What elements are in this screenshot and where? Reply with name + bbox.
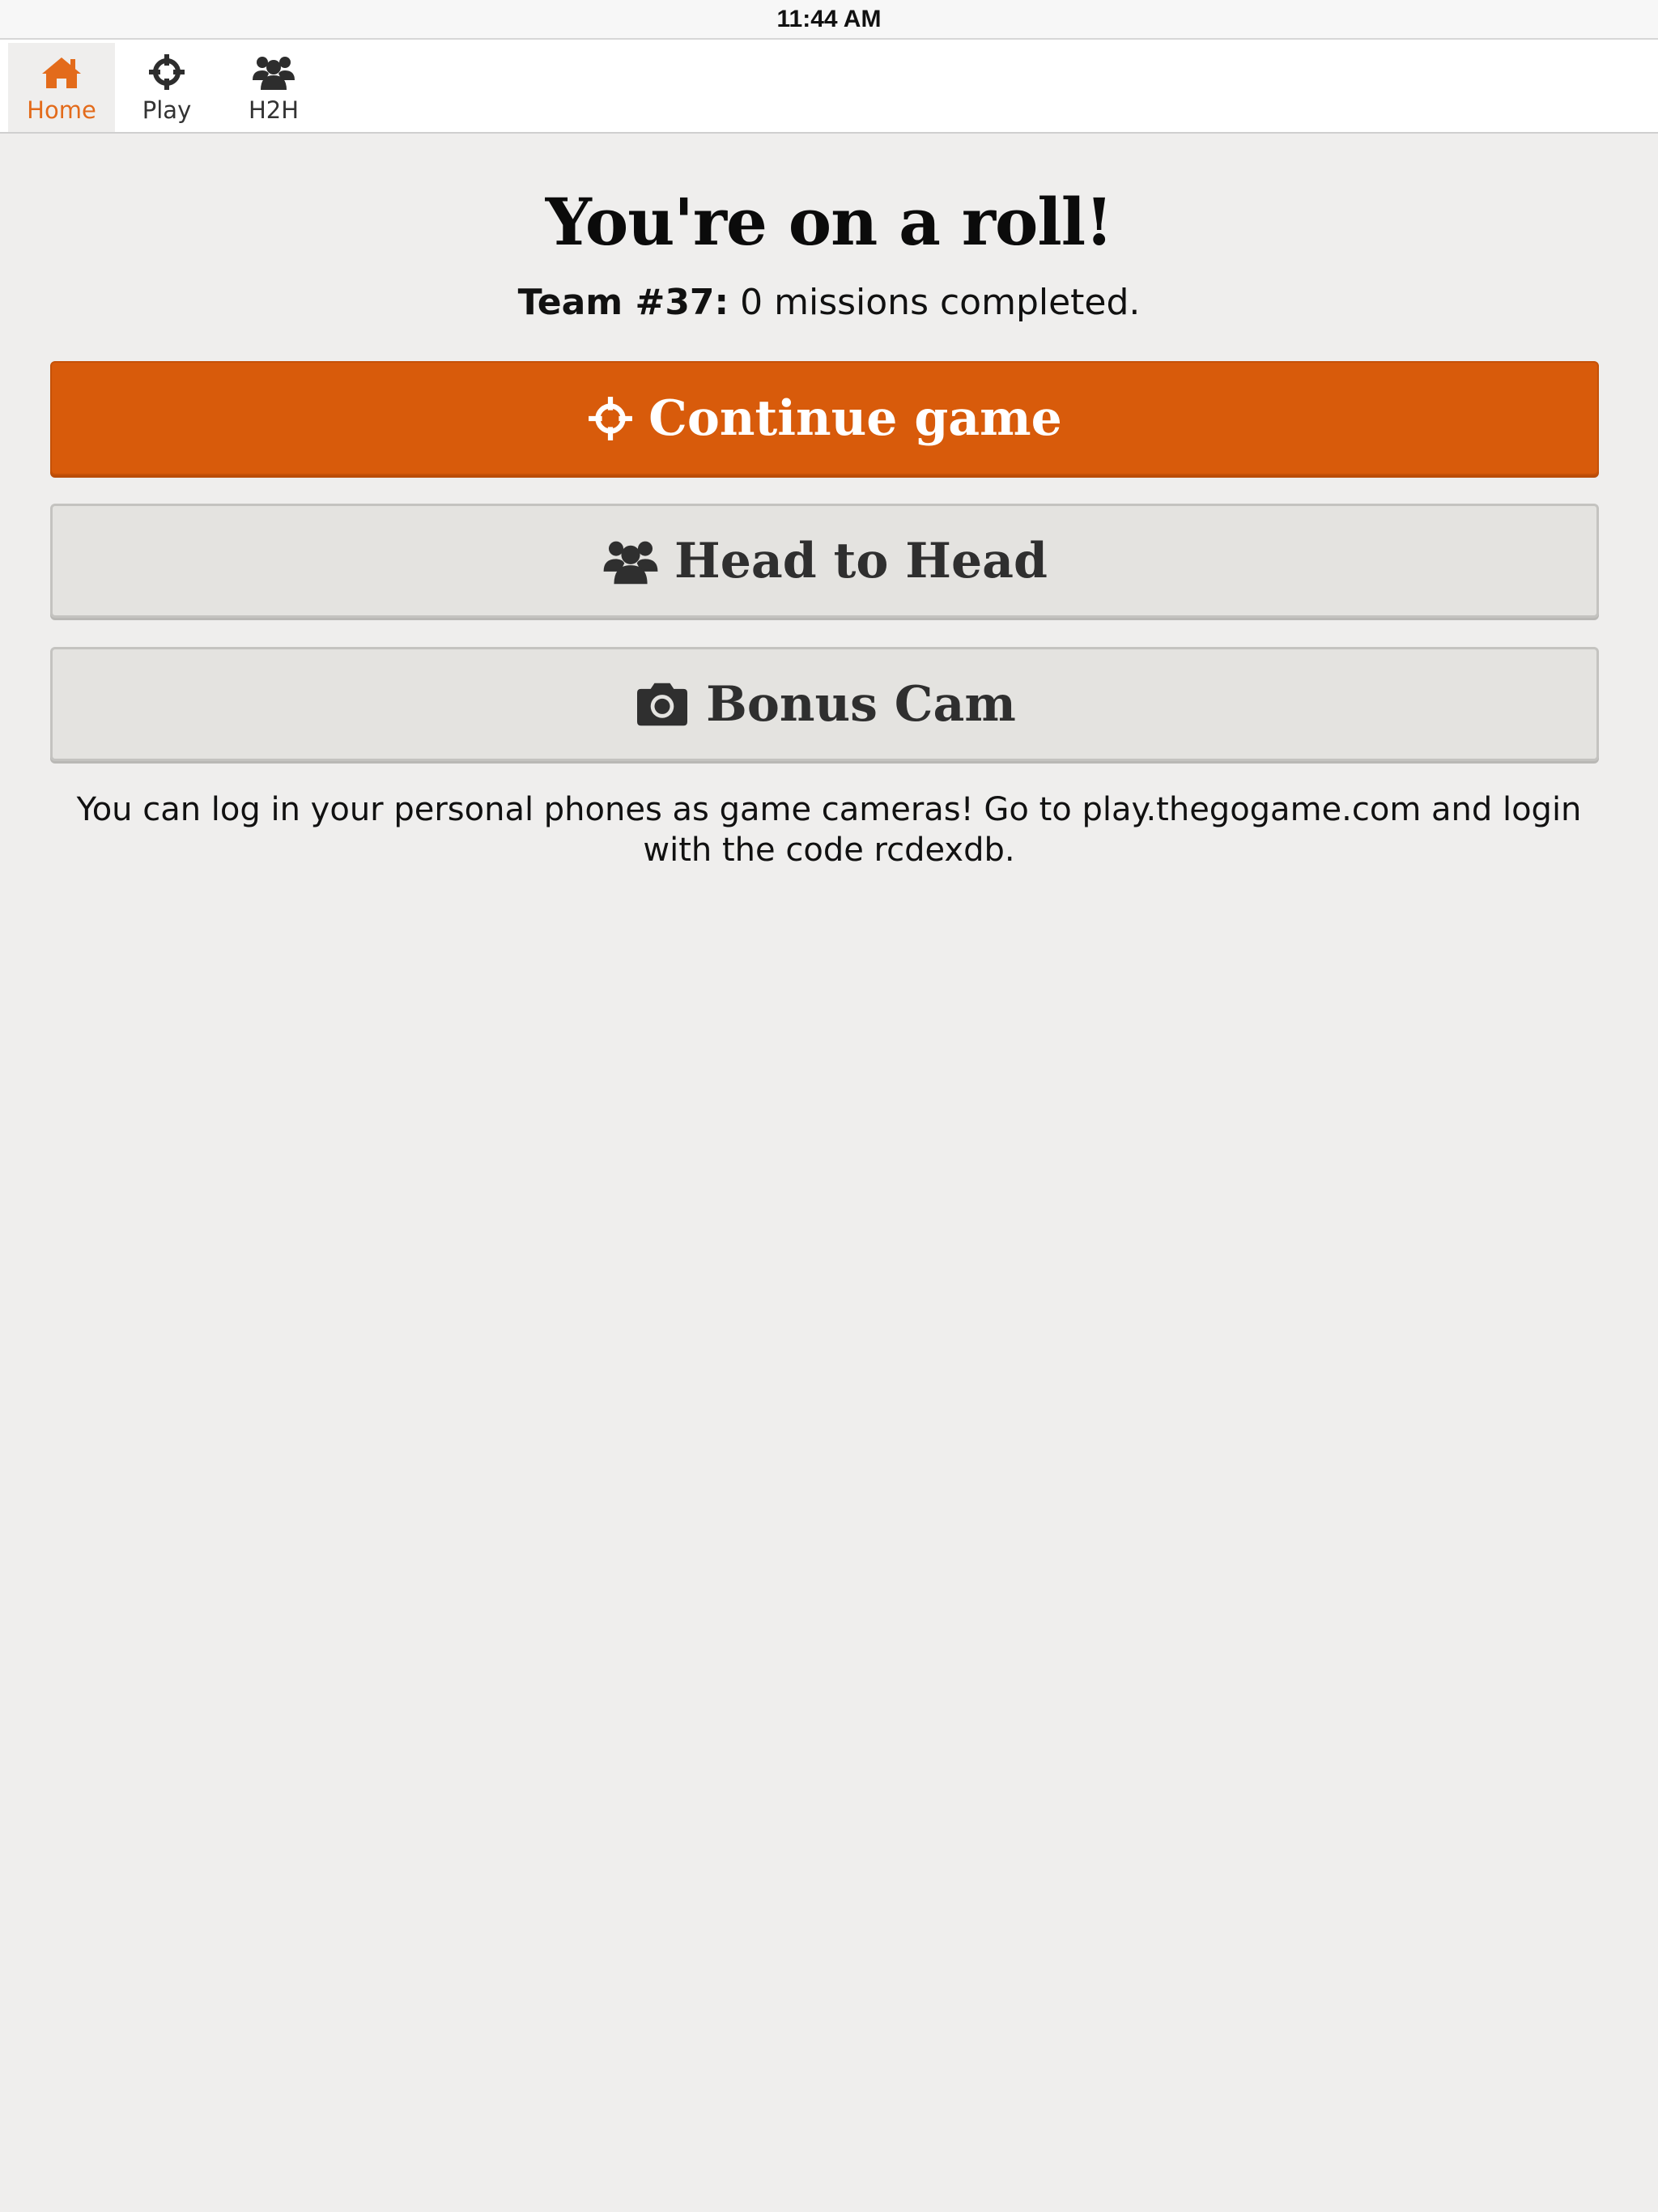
tab-play-label: Play [142, 96, 192, 124]
bonus-cam-label: Bonus Cam [706, 675, 1016, 733]
tab-home-label: Home [27, 96, 96, 124]
head-to-head-label: Head to Head [674, 532, 1048, 589]
bonus-cam-button[interactable]: Bonus Cam [50, 647, 1599, 761]
page-title: You're on a roll! [545, 184, 1114, 260]
status-time: 11:44 AM [776, 5, 882, 32]
continue-game-label: Continue game [648, 389, 1062, 447]
crosshairs-icon [149, 54, 185, 90]
tab-h2h[interactable]: H2H [220, 43, 327, 132]
crosshairs-icon [589, 396, 633, 440]
team-status: Team #37: 0 missions completed. [0, 282, 1658, 323]
team-label: Team #37: [517, 282, 729, 323]
home-icon [42, 57, 81, 88]
group-icon [253, 57, 295, 90]
camera-icon [637, 683, 688, 725]
missions-text: 0 missions completed. [729, 282, 1141, 323]
tab-h2h-label: H2H [248, 96, 300, 124]
continue-game-button[interactable]: Continue game [50, 361, 1599, 475]
status-bar: 11:44 AM [0, 0, 1658, 38]
tab-home[interactable]: Home [8, 43, 115, 132]
tab-play[interactable]: Play [113, 43, 220, 132]
head-to-head-button[interactable]: Head to Head [50, 504, 1599, 618]
tab-bar: Home Play H2H [0, 38, 1658, 134]
camera-login-info: You can log in your personal phones as g… [76, 791, 1582, 869]
group-icon [603, 541, 658, 584]
